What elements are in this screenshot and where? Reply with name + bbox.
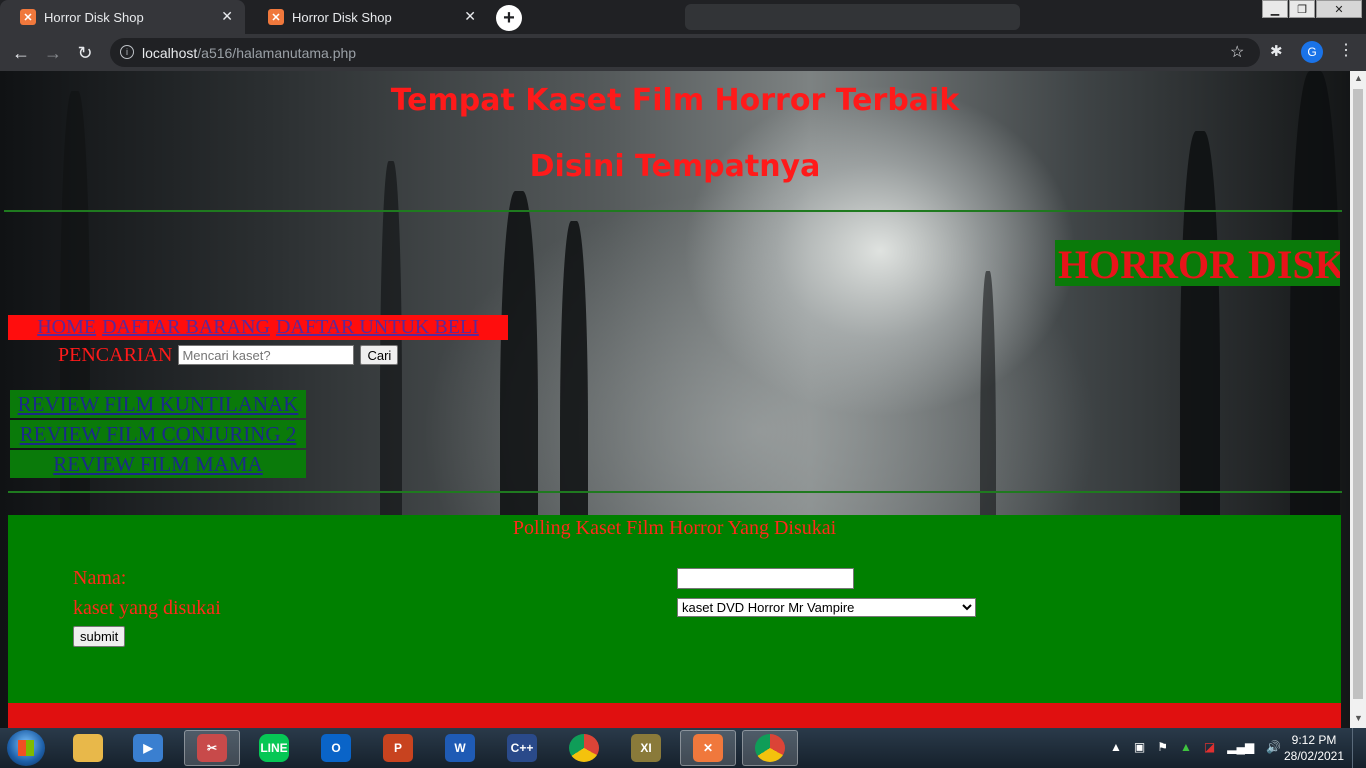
search-button[interactable]: Cari [360, 345, 399, 365]
poll-title: Polling Kaset Film Horror Yang Disukai [512, 517, 837, 539]
name-field[interactable] [677, 568, 854, 589]
bookmark-star-icon[interactable]: ☆ [1230, 42, 1244, 62]
close-tab-icon[interactable]: ✕ [221, 8, 233, 25]
divider [4, 210, 1342, 212]
network-signal-icon[interactable]: ▂▄▆ [1227, 740, 1254, 754]
new-tab-button[interactable]: + [496, 5, 522, 31]
clock-time: 9:12 PM [1291, 733, 1337, 747]
nav-daftar-untuk-beli-link[interactable]: DAFTAR UNTUK BELI [276, 316, 479, 339]
page-subtitle: Disini Tempatnya [529, 149, 821, 184]
page-viewport: Tempat Kaset Film Horror Terbaik Disini … [0, 71, 1350, 728]
review-item: REVIEW FILM CONJURING 2 [10, 420, 306, 448]
tab-horror-disk-shop-2[interactable]: ✕ Horror Disk Shop ✕ [248, 0, 488, 34]
rik-xi-icon[interactable]: XI [618, 730, 674, 766]
forward-arrow-icon[interactable]: → [40, 40, 66, 66]
tray-device-icon[interactable]: ▣ [1134, 740, 1145, 754]
windows-logo-icon [18, 740, 34, 756]
show-desktop-button[interactable] [1352, 728, 1366, 768]
url-path: /a516/halamanutama.php [197, 44, 357, 61]
close-window-button[interactable]: ✕ [1316, 0, 1362, 18]
marquee-text: HORROR DISK SHOP [1058, 242, 1340, 286]
tray-green-icon[interactable]: ▲ [1180, 740, 1192, 754]
volume-icon[interactable]: 🔊 [1266, 740, 1281, 754]
nav-home-link[interactable]: HOME [37, 316, 96, 339]
search-form: PENCARIAN Cari [58, 343, 399, 367]
tab-horror-disk-shop-1[interactable]: ✕ Horror Disk Shop ✕ [0, 0, 245, 34]
review-mama-link[interactable]: REVIEW FILM MAMA [53, 452, 263, 477]
kaset-label: kaset yang disukai [73, 597, 221, 619]
submit-button[interactable]: submit [73, 626, 126, 647]
chrome-icon[interactable] [556, 730, 612, 766]
minimize-button[interactable]: ▁ [1262, 0, 1288, 18]
scroll-down-icon[interactable]: ▼ [1354, 713, 1363, 723]
start-button[interactable] [7, 730, 45, 766]
review-item: REVIEW FILM MAMA [10, 450, 306, 478]
outlook-icon[interactable]: O [308, 730, 364, 766]
address-bar[interactable]: i localhost/a516/halamanutama.php [110, 38, 1260, 67]
footer-bar [8, 703, 1341, 728]
close-tab-icon[interactable]: ✕ [464, 8, 476, 25]
chrome-profile-icon[interactable] [742, 730, 798, 766]
back-arrow-icon[interactable]: ← [8, 40, 34, 66]
xampp-icon[interactable]: ✕ [680, 730, 736, 766]
shop-marquee: HORROR DISK SHOP [1055, 240, 1340, 286]
page-scrollbar[interactable]: ▲ ▼ [1350, 71, 1366, 728]
tab-title: Horror Disk Shop [44, 9, 144, 25]
search-label: PENCARIAN [58, 343, 173, 366]
divider [8, 491, 1342, 493]
tray-red-icon[interactable]: ◪ [1204, 740, 1215, 754]
name-label: Nama: [73, 567, 127, 589]
search-input[interactable] [178, 345, 355, 365]
file-explorer-icon[interactable] [60, 730, 116, 766]
media-player-icon[interactable]: ▶ [120, 730, 176, 766]
windows-taskbar: ▶ ✂ LINE O P W C++ XI ✕ ▲ ▣ ⚑ ▲ ◪ ▂▄▆ 🔊 … [0, 728, 1366, 768]
main-nav: HOME DAFTAR BARANG DAFTAR UNTUK BELI [8, 315, 508, 340]
review-links: REVIEW FILM KUNTILANAK REVIEW FILM CONJU… [10, 390, 306, 480]
scrollbar-thumb[interactable] [1353, 89, 1363, 699]
system-tray: ▲ ▣ ⚑ ▲ ◪ ▂▄▆ 🔊 [1110, 740, 1281, 754]
url-host: localhost [142, 44, 198, 61]
kaset-select[interactable]: kaset DVD Horror Mr Vampire [677, 598, 976, 617]
dev-cpp-icon[interactable]: C++ [494, 730, 550, 766]
action-center-flag-icon[interactable]: ⚑ [1157, 740, 1168, 754]
review-kuntilanak-link[interactable]: REVIEW FILM KUNTILANAK [18, 392, 299, 417]
nav-daftar-barang-link[interactable]: DAFTAR BARANG [102, 316, 270, 339]
scroll-up-icon[interactable]: ▲ [1354, 73, 1363, 83]
snipping-tool-icon[interactable]: ✂ [184, 730, 240, 766]
taskbar-clock[interactable]: 9:12 PM 28/02/2021 [1282, 732, 1346, 764]
xampp-favicon-icon: ✕ [20, 9, 36, 25]
extensions-icon[interactable]: ✱ [1270, 42, 1283, 60]
menu-kebab-icon[interactable]: ⋮ [1338, 40, 1354, 60]
word-icon[interactable]: W [432, 730, 488, 766]
xampp-favicon-icon: ✕ [268, 9, 284, 25]
tray-expand-icon[interactable]: ▲ [1110, 740, 1122, 754]
line-icon[interactable]: LINE [246, 730, 302, 766]
poll-section: Polling Kaset Film Horror Yang Disukai N… [8, 515, 1341, 703]
review-conjuring-2-link[interactable]: REVIEW FILM CONJURING 2 [20, 422, 297, 447]
page-title: Tempat Kaset Film Horror Terbaik [390, 83, 960, 118]
profile-avatar[interactable]: G [1301, 41, 1323, 63]
reload-icon[interactable]: ↻ [72, 40, 98, 66]
background-window [685, 4, 1020, 30]
site-info-icon[interactable]: i [120, 45, 134, 59]
review-item: REVIEW FILM KUNTILANAK [10, 390, 306, 418]
powerpoint-icon[interactable]: P [370, 730, 426, 766]
clock-date: 28/02/2021 [1283, 749, 1345, 763]
maximize-button[interactable]: ❐ [1289, 0, 1315, 18]
tab-title: Horror Disk Shop [292, 9, 392, 25]
browser-toolbar: ← → ↻ i localhost/a516/halamanutama.php … [0, 34, 1366, 71]
tab-strip: ✕ Horror Disk Shop ✕ ✕ Horror Disk Shop … [0, 0, 1366, 34]
